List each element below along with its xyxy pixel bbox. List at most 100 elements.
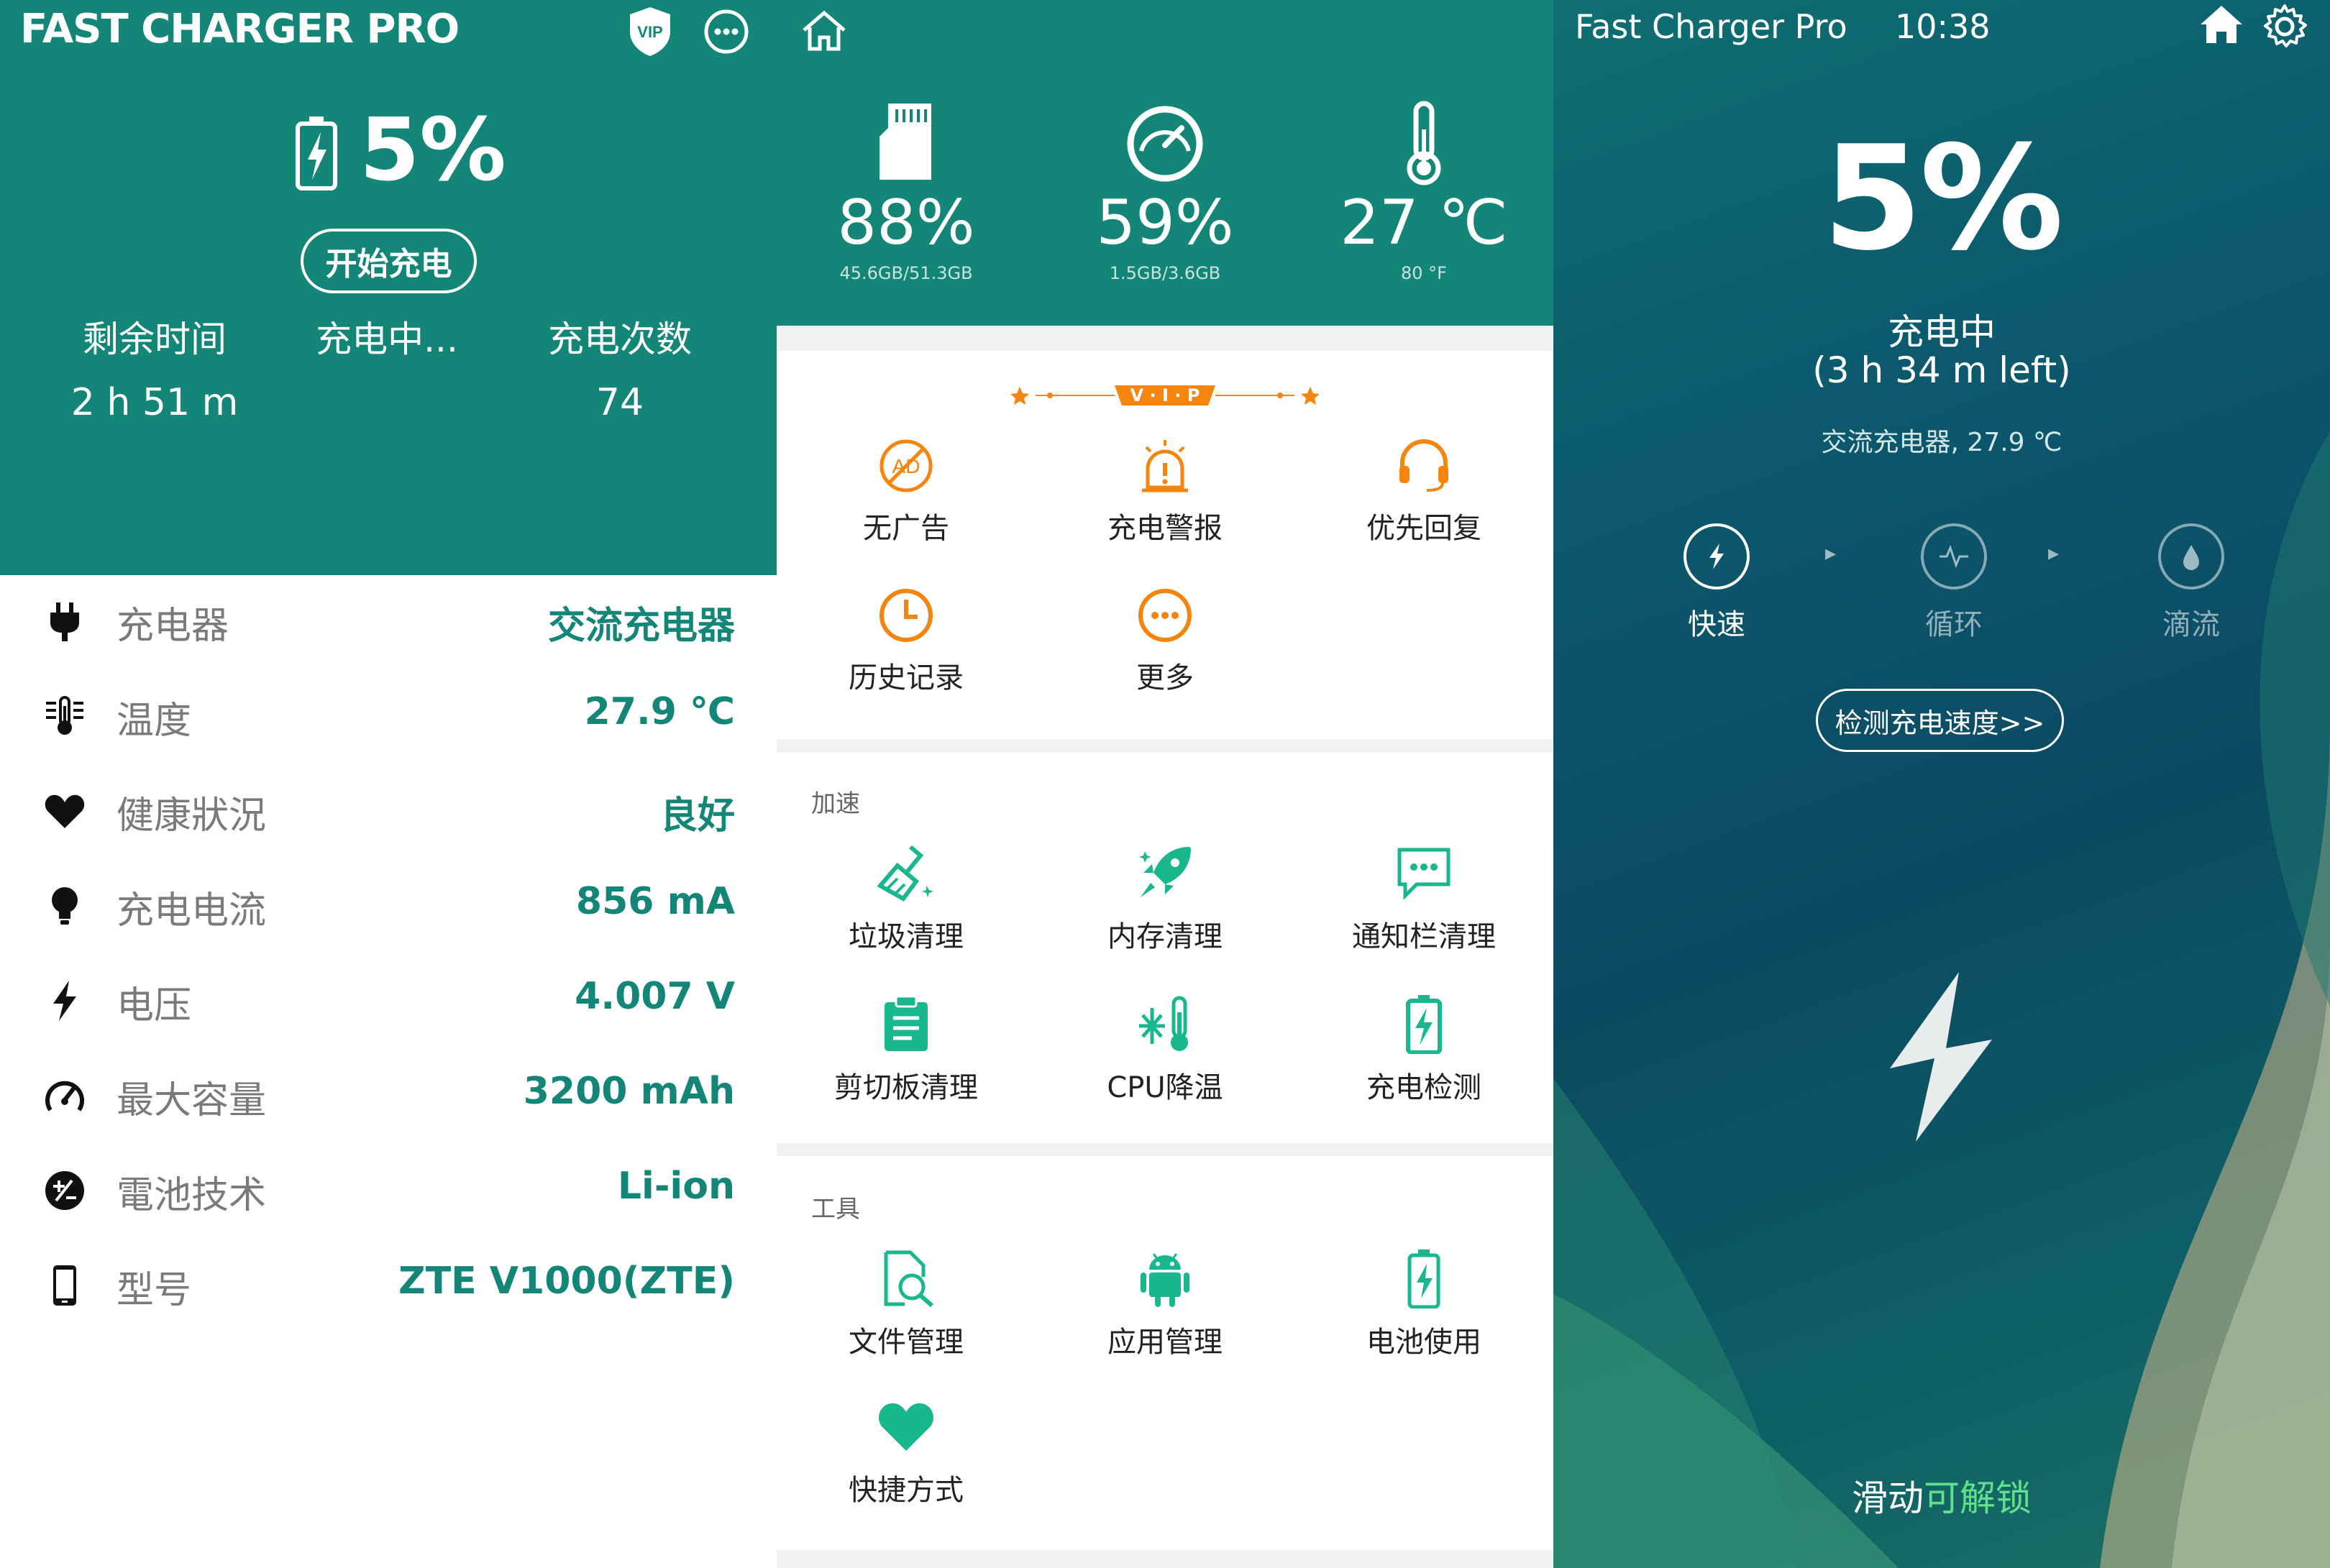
broom-icon [877, 845, 933, 902]
vip-card: V · I · P AD 无广告 充电警报 优先回复 历史记录 更多 [777, 351, 1553, 739]
plug-icon [50, 602, 79, 641]
info-row-charger: 充电器 交流充电器 [0, 572, 777, 667]
charge-alarm-label: 充电警报 [1107, 512, 1223, 545]
info-label: 健康狀況 [116, 794, 267, 838]
start-charging-button[interactable]: 开始充电 [301, 229, 477, 293]
thermometer-icon [46, 696, 83, 735]
thermometer-icon [1407, 101, 1441, 185]
detect-speed-button[interactable]: 检测充电速度>> [1816, 689, 2064, 752]
history-item[interactable]: 历史记录 [777, 587, 1036, 730]
more-options-icon[interactable] [703, 9, 749, 58]
metrics-header: 88% 45.6GB/51.3GB 59% 1.5GB/3.6GB 27 ℃ 8… [777, 0, 1553, 326]
info-value: 4.007 V [575, 975, 735, 1018]
snowflake-thermometer-icon [1139, 996, 1188, 1051]
clock-icon [880, 589, 933, 642]
charger-main-screen: FAST CHARGER PRO VIP 5% 开始充电 剩余时间 充电中...… [0, 0, 777, 1568]
info-label: 温度 [116, 700, 192, 743]
unlock-prefix: 滑动 [1852, 1477, 1924, 1519]
temperature-fahrenheit: 80 °F [1401, 263, 1447, 283]
more-item[interactable]: 更多 [1036, 587, 1294, 730]
vip-banner: V · I · P [1007, 381, 1323, 410]
unlock-suffix: 可解锁 [1924, 1477, 2032, 1519]
charge-count-value: 74 [595, 381, 644, 424]
heart-icon [45, 794, 85, 828]
priority-reply-label: 优先回复 [1366, 512, 1481, 545]
shortcut-label: 快捷方式 [849, 1474, 964, 1507]
home-icon[interactable] [2198, 3, 2245, 49]
mode-fast-label: 快速 [1688, 608, 1745, 641]
cpu-cool-label: CPU降温 [1107, 1071, 1223, 1104]
storage-percent: 88% [837, 187, 975, 259]
battery-percent: 5% [1822, 115, 2064, 283]
info-value: ZTE V1000(ZTE) [398, 1260, 735, 1303]
vip-banner-text: V · I · P [1130, 385, 1200, 405]
app-manager-item[interactable]: 应用管理 [1036, 1248, 1294, 1392]
battery-bolt-icon [1406, 995, 1442, 1054]
charge-count-label: 充电次数 [548, 318, 692, 360]
info-value: Li-ion [617, 1165, 735, 1208]
charge-alarm-item[interactable]: 充电警报 [1036, 437, 1294, 581]
info-value: 27.9 ℃ [584, 690, 735, 733]
notification-clean-label: 通知栏清理 [1352, 920, 1496, 953]
info-row-model: 型号 ZTE V1000(ZTE) [0, 1237, 777, 1331]
clipboard-clean-item[interactable]: 剪切板清理 [777, 994, 1036, 1137]
headset-icon [1399, 439, 1448, 492]
remaining-time-value: 2 h 51 m [70, 381, 239, 424]
gauge-icon [45, 1081, 84, 1111]
mode-cycle[interactable]: 循环 [1882, 523, 2026, 643]
rocket-icon [1139, 847, 1191, 897]
charger-info: 交流充电器, 27.9 ℃ [1821, 428, 2062, 457]
no-ads-item[interactable]: AD 无广告 [777, 437, 1036, 581]
info-label: 充电电流 [116, 889, 267, 932]
header: FAST CHARGER PRO VIP 5% 开始充电 剩余时间 充电中...… [0, 0, 777, 575]
junk-clean-item[interactable]: 垃圾清理 [777, 843, 1036, 986]
more-label: 更多 [1136, 661, 1194, 694]
shortcut-item[interactable]: 快捷方式 [777, 1396, 1036, 1540]
mode-cycle-label: 循环 [1925, 608, 1983, 641]
arrow-right-icon: ▸ [1825, 541, 1837, 566]
no-ads-label: 无广告 [863, 512, 949, 545]
mode-trickle-label: 滴流 [2162, 608, 2220, 641]
time-left: (3 h 34 m left) [1812, 349, 2071, 391]
speed-card: 加速 垃圾清理 内存清理 通知栏清理 剪切板清理 CPU降温 充电检测 [777, 752, 1553, 1143]
speedometer-icon [1127, 106, 1203, 182]
junk-clean-label: 垃圾清理 [849, 920, 964, 953]
mode-fast[interactable]: 快速 [1645, 523, 1788, 643]
charging-status-label: 充电中... [316, 318, 458, 360]
svg-text:VIP: VIP [637, 23, 662, 41]
settings-gear-icon[interactable] [2261, 3, 2308, 53]
droplet-icon [2183, 545, 2199, 570]
file-manager-item[interactable]: 文件管理 [777, 1248, 1036, 1392]
mode-trickle[interactable]: 滴流 [2119, 523, 2263, 643]
info-label: 充电器 [116, 605, 229, 648]
memory-clean-item[interactable]: 内存清理 [1036, 843, 1294, 986]
info-row-current: 充电电流 856 mA [0, 857, 777, 952]
app-name: Fast Charger Pro [1575, 7, 1847, 46]
storage-metric[interactable]: 88% 45.6GB/51.3GB [777, 0, 1036, 283]
phone-icon [53, 1265, 76, 1306]
priority-reply-item[interactable]: 优先回复 [1294, 437, 1553, 581]
memory-metric[interactable]: 59% 1.5GB/3.6GB [1036, 0, 1294, 283]
notification-clean-item[interactable]: 通知栏清理 [1294, 843, 1553, 986]
info-row-battery-tech: 電池技术 Li-ion [0, 1142, 777, 1237]
temperature-metric[interactable]: 27 ℃ 80 °F [1294, 0, 1553, 283]
app-manager-label: 应用管理 [1107, 1326, 1223, 1359]
cpu-cool-item[interactable]: CPU降温 [1036, 994, 1294, 1137]
section-speed-title: 加速 [811, 789, 860, 818]
chat-bubble-icon [1397, 848, 1450, 901]
bolt-icon [1709, 544, 1724, 569]
battery-usage-item[interactable]: 电池使用 [1294, 1248, 1553, 1392]
heart-icon [879, 1403, 933, 1451]
charge-detect-item[interactable]: 充电检测 [1294, 994, 1553, 1137]
battery-tech-icon [45, 1171, 84, 1210]
file-search-icon [884, 1250, 933, 1308]
bolt-icon [53, 981, 76, 1021]
vip-shield-icon[interactable]: VIP [627, 6, 673, 58]
clock-time: 10:38 [1895, 7, 1991, 46]
pulse-icon [1940, 544, 1968, 569]
slide-to-unlock[interactable]: 滑动可解锁 [1553, 1470, 2330, 1521]
lightning-bolt-icon [1887, 971, 1995, 1146]
info-value: 交流充电器 [547, 605, 735, 648]
info-value: 856 mA [575, 880, 735, 923]
no-ads-icon: AD [880, 439, 933, 492]
